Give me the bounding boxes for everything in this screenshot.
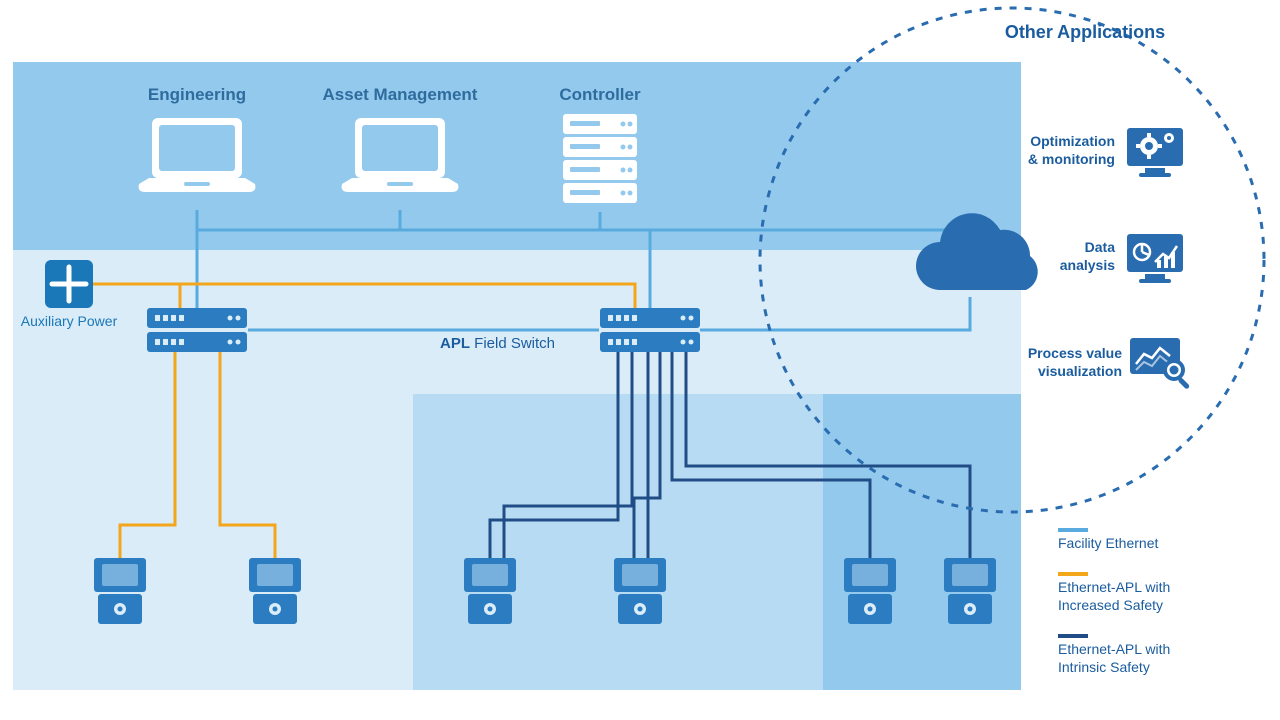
data-analysis-label-2: analysis xyxy=(1060,257,1115,273)
field-device xyxy=(944,558,996,624)
asset-management-label: Asset Management xyxy=(323,85,478,104)
field-device xyxy=(464,558,516,624)
field-device xyxy=(249,558,301,624)
monitor-gear-icon xyxy=(1127,128,1183,177)
zone-intrinsic-safety xyxy=(823,394,1021,690)
laptop-icon xyxy=(139,118,256,192)
legend-intrinsic-2: Intrinsic Safety xyxy=(1058,659,1150,675)
legend: Facility Ethernet Ethernet-APL with Incr… xyxy=(1058,530,1170,675)
process-value-visualization: Process value visualization xyxy=(1028,338,1190,390)
data-analysis-label-1: Data xyxy=(1085,239,1116,255)
process-viz-label-2: visualization xyxy=(1038,363,1122,379)
engineering-node: Engineering xyxy=(139,85,256,192)
legend-increased-1: Ethernet-APL with xyxy=(1058,579,1170,595)
apl-field-switch-label: APL Field Switch xyxy=(440,335,555,352)
optimization-label-2: & monitoring xyxy=(1028,151,1115,167)
controller-node: Controller xyxy=(559,85,641,203)
other-applications-title: Other Applications xyxy=(1005,22,1165,42)
optimization-label-1: Optimization xyxy=(1030,133,1115,149)
legend-facility: Facility Ethernet xyxy=(1058,535,1158,551)
controller-label: Controller xyxy=(559,85,641,104)
field-device xyxy=(844,558,896,624)
chart-magnify-icon xyxy=(1130,338,1190,390)
field-device xyxy=(614,558,666,624)
monitor-chart-icon xyxy=(1127,234,1183,283)
legend-increased-2: Increased Safety xyxy=(1058,597,1163,613)
data-analysis: Data analysis xyxy=(1060,234,1183,283)
optimization-monitoring: Optimization & monitoring xyxy=(1028,128,1183,177)
field-device xyxy=(94,558,146,624)
legend-intrinsic-1: Ethernet-APL with xyxy=(1058,641,1170,657)
laptop-icon xyxy=(342,118,459,192)
auxiliary-power-label: Auxiliary Power xyxy=(21,313,118,329)
engineering-label: Engineering xyxy=(148,85,246,104)
process-viz-label-1: Process value xyxy=(1028,345,1122,361)
